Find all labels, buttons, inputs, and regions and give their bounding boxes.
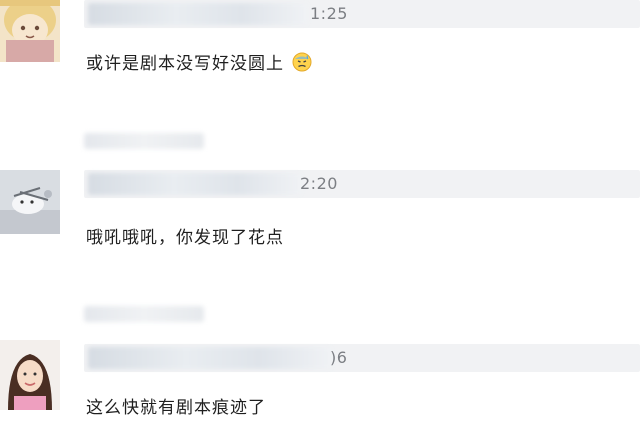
comment-text-content: 这么快就有剧本痕迹了 [86, 398, 266, 418]
blurred-username [88, 347, 332, 369]
comment-text: 或许是剧本没写好没圆上 [86, 52, 312, 76]
comment-meta: )6 [84, 344, 640, 372]
comment-text-content: 或许是剧本没写好没圆上 [86, 54, 284, 74]
blurred-username [88, 173, 302, 195]
comment-text: 这么快就有剧本痕迹了 [86, 396, 266, 420]
comment-item: 2:20 哦吼哦吼，你发现了花点 [0, 170, 640, 330]
blurred-username [88, 3, 308, 25]
comment-time: 1:25 [310, 4, 348, 23]
avatar[interactable] [0, 0, 60, 62]
avatar[interactable] [0, 340, 60, 410]
comment-meta: 2:20 [84, 170, 640, 198]
comment-item: 1:25 或许是剧本没写好没圆上 [0, 0, 640, 160]
comment-meta: 1:25 [84, 0, 640, 28]
comment-text-content: 哦吼哦吼，你发现了花点 [86, 228, 284, 248]
comment-text: 哦吼哦吼，你发现了花点 [86, 226, 284, 250]
sweat-face-icon [292, 52, 312, 72]
comment-time: 2:20 [300, 174, 338, 193]
comment-time: )6 [330, 348, 348, 367]
blurred-reply-info [84, 133, 204, 149]
avatar[interactable] [0, 170, 60, 234]
comment-item: )6 这么快就有剧本痕迹了 [0, 340, 640, 428]
blurred-reply-info [84, 306, 204, 322]
